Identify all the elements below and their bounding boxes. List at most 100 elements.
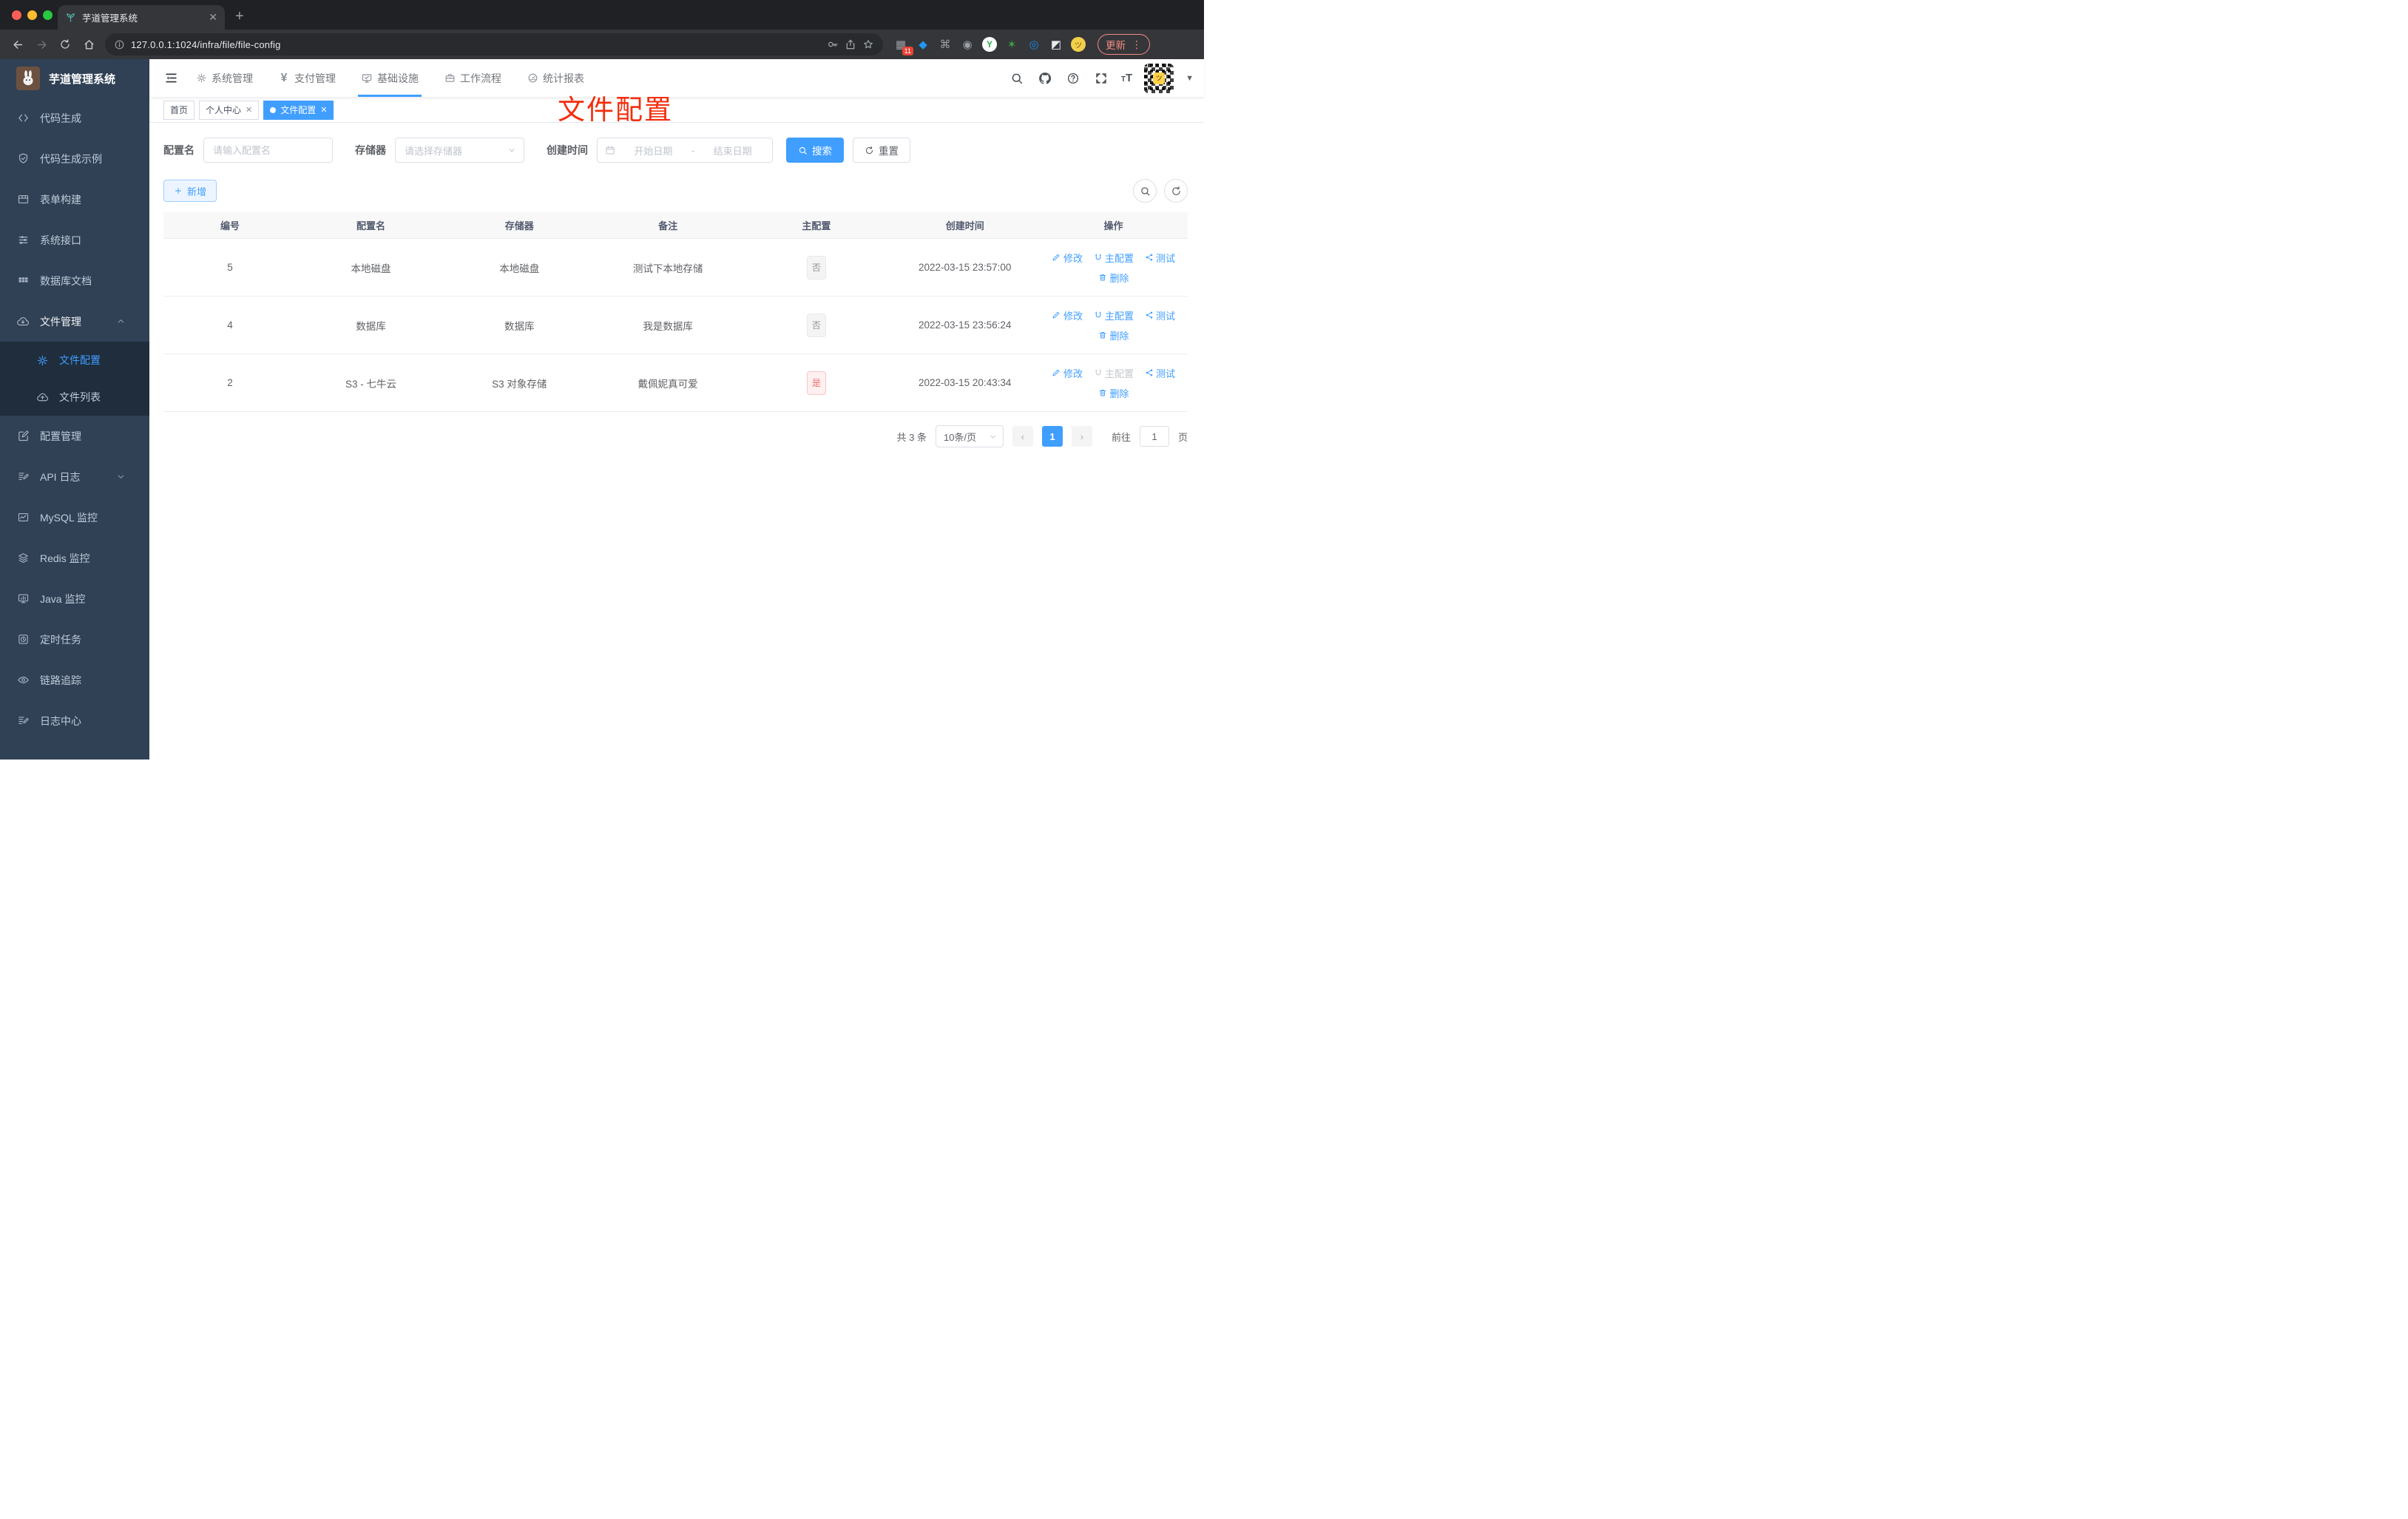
sidebar-item-log-center[interactable]: 日志中心 [0,700,149,741]
sidebar-item-file-list[interactable]: 文件列表 [0,379,149,416]
app-title: 芋道管理系统 [49,72,116,86]
edit-link[interactable]: 修改 [1052,308,1083,322]
home-button[interactable] [78,34,99,55]
sidebar-item-file-management[interactable]: 文件管理 [0,301,149,342]
page-size-select[interactable]: 10条/页 [935,425,1004,447]
close-icon[interactable]: ✕ [320,105,327,115]
extension-command-icon[interactable]: ⌘ [938,37,953,52]
set-master-link[interactable]: 主配置 [1093,308,1134,322]
test-link[interactable]: 测试 [1144,366,1175,380]
extensions-puzzle-icon[interactable]: ◩ [1049,37,1063,52]
window-zoom-button[interactable] [43,10,53,20]
end-date-placeholder[interactable]: 结束日期 [700,143,765,158]
topnav-item-payment[interactable]: ¥ 支付管理 [278,59,336,97]
refresh-table-button[interactable] [1164,179,1188,203]
tab-close-icon[interactable]: ✕ [209,11,217,24]
reload-button[interactable] [55,34,75,55]
tag-view-home[interactable]: 首页 [163,100,195,120]
master-tag: 否 [806,313,826,337]
search-button[interactable]: 搜索 [786,138,844,163]
date-range-picker[interactable]: 开始日期 - 结束日期 [597,138,773,163]
site-info-icon[interactable] [114,39,125,50]
start-date-placeholder[interactable]: 开始日期 [621,143,686,158]
address-bar[interactable]: 127.0.0.1:1024/infra/file/file-config [105,33,883,55]
cell-storage: 本地磁盘 [499,263,540,274]
back-button[interactable] [7,34,28,55]
next-page-button[interactable]: › [1071,426,1092,447]
app-logo[interactable]: 芋道管理系统 [0,59,149,98]
tag-view-file-config[interactable]: 文件配置 ✕ [263,100,334,120]
extension-y-icon[interactable]: Y [982,37,997,52]
browser-menu-icon[interactable]: ⋮ [1132,38,1142,51]
sidebar-item-tracing[interactable]: 链路追踪 [0,660,149,700]
extension-kite-icon[interactable]: ◆ [916,37,930,52]
sidebar-item-java-monitor[interactable]: Java 监控 [0,578,149,619]
delete-link[interactable]: 删除 [1098,271,1129,285]
add-button[interactable]: 新增 [163,180,217,202]
sidebar-item-redis-monitor[interactable]: Redis 监控 [0,538,149,578]
cloud-download-icon [16,315,30,328]
tags-view-bar: 首页 个人中心 ✕ 文件配置 ✕ [149,98,1204,123]
share-icon[interactable] [845,38,856,50]
user-avatar-qr[interactable]: ツ [1144,63,1174,93]
timer-icon [16,633,30,646]
reset-button[interactable]: 重置 [853,138,910,163]
sidebar-item-api-log[interactable]: API 日志 [0,456,149,497]
sidebar-collapse-icon[interactable] [160,67,182,89]
forward-button[interactable] [31,34,52,55]
extension-eye-icon[interactable]: ◎ [1027,37,1041,52]
close-icon[interactable]: ✕ [246,105,252,115]
config-name-input[interactable] [203,138,333,163]
topnav-item-infrastructure[interactable]: 基础设施 [358,59,422,97]
set-master-link[interactable]: 主配置 [1093,251,1134,265]
storage-select[interactable]: 请选择存储器 [395,138,524,163]
bookmark-star-icon[interactable] [862,38,874,50]
prev-page-button[interactable]: ‹ [1012,426,1033,447]
topnav-item-workflow[interactable]: 工作流程 [444,59,501,97]
chrome-update-button[interactable]: 更新 ⋮ [1098,34,1150,55]
delete-link[interactable]: 删除 [1098,386,1129,400]
window-minimize-button[interactable] [27,10,37,20]
extension-star-icon[interactable]: ✶ [1004,37,1019,52]
goto-page-input[interactable] [1139,426,1169,447]
sidebar-item-db-doc[interactable]: 数据库文档 [0,260,149,301]
font-size-icon[interactable]: TT [1121,72,1132,84]
sidebar-item-file-config[interactable]: 文件配置 [0,342,149,379]
sidebar-item-system-api[interactable]: 系统接口 [0,220,149,260]
fullscreen-icon[interactable] [1093,70,1109,87]
total-count: 共 3 条 [896,431,927,443]
profile-emoji-icon[interactable]: ツ [1071,37,1086,52]
toggle-search-button[interactable] [1133,179,1157,203]
window-close-button[interactable] [12,10,21,20]
column-header: 操作 [1103,220,1123,231]
user-menu-caret-icon[interactable]: ▼ [1186,74,1194,83]
cell-remark: 测试下本地存储 [632,263,703,274]
search-icon[interactable] [1009,70,1025,87]
password-key-icon[interactable] [827,38,839,50]
sidebar-item-config-management[interactable]: 配置管理 [0,416,149,456]
url-text[interactable]: 127.0.0.1:1024/infra/file/file-config [131,39,821,50]
new-tab-button[interactable]: + [235,8,244,25]
extension-dot-icon[interactable]: ◉ [960,37,975,52]
sidebar-item-code-demo[interactable]: 代码生成示例 [0,138,149,179]
browser-tab[interactable]: 芋道管理系统 ✕ [58,5,225,30]
edit-link[interactable]: 修改 [1052,366,1083,380]
page-content: 配置名 存储器 请选择存储器 创建时间 开始日期 - 结束日期 [149,123,1204,760]
tag-view-profile[interactable]: 个人中心 ✕ [199,100,260,120]
sidebar-item-code-gen[interactable]: 代码生成 [0,98,149,138]
window-controls[interactable] [12,10,53,20]
cell-actions: 修改 主配置 测试 删除 [1039,308,1188,342]
delete-link[interactable]: 删除 [1098,328,1129,342]
sidebar-item-mysql-monitor[interactable]: MySQL 监控 [0,497,149,538]
current-page[interactable]: 1 [1041,426,1063,447]
extension-grid-icon[interactable]: ▦ 11 [893,37,913,55]
test-link[interactable]: 测试 [1144,251,1175,265]
edit-link[interactable]: 修改 [1052,251,1083,265]
topnav-item-reports[interactable]: 统计报表 [527,59,584,97]
topnav-item-system[interactable]: 系统管理 [195,59,253,97]
github-icon[interactable] [1037,70,1053,87]
help-icon[interactable] [1065,70,1081,87]
test-link[interactable]: 测试 [1144,308,1175,322]
sidebar-item-scheduled-tasks[interactable]: 定时任务 [0,619,149,660]
sidebar-item-form-builder[interactable]: 表单构建 [0,179,149,220]
